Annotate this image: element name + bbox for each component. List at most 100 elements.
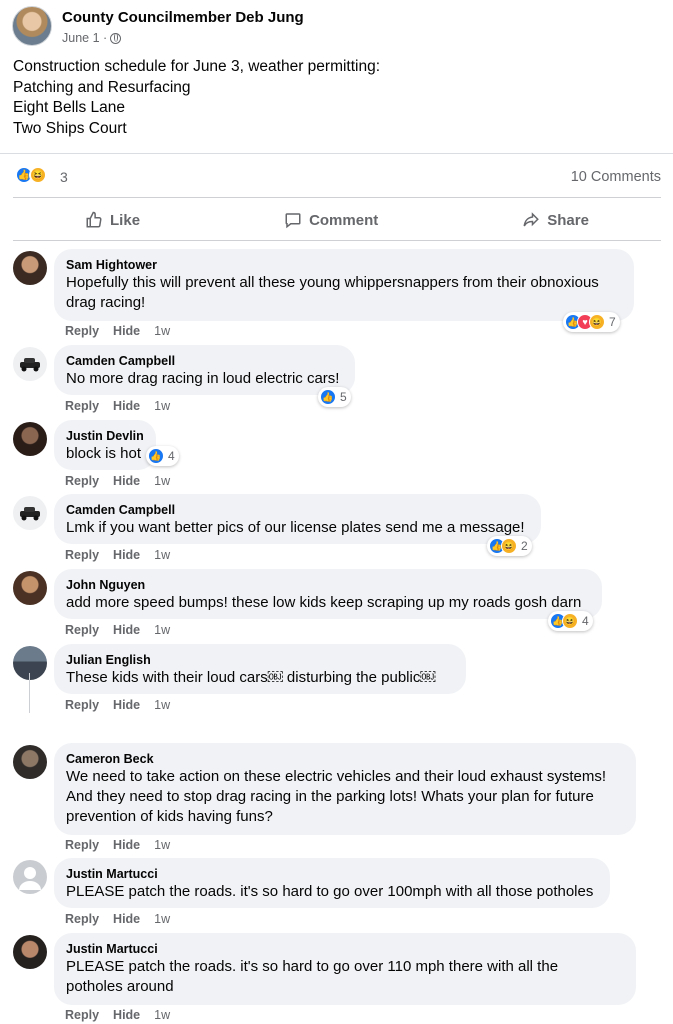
car-icon xyxy=(20,358,40,372)
commenter-avatar[interactable] xyxy=(13,422,47,456)
comment-bubble: Camden Campbell Lmk if you want better p… xyxy=(54,494,541,544)
comment-actions: Reply Hide 1w xyxy=(65,548,170,562)
comment-reactions[interactable]: 👍 ♥ 😆 7 xyxy=(563,312,620,332)
hide-button[interactable]: Hide xyxy=(113,474,140,488)
commenter-name[interactable]: Justin Devlin xyxy=(66,428,144,444)
comment-text: PLEASE patch the roads. it's so hard to … xyxy=(66,883,594,900)
hide-button[interactable]: Hide xyxy=(113,698,140,712)
reply-button[interactable]: Reply xyxy=(65,474,99,488)
like-label: Like xyxy=(110,211,141,229)
reply-button[interactable]: Reply xyxy=(65,623,99,637)
haha-reaction-icon: 😆 xyxy=(589,314,605,330)
reaction-count: 2 xyxy=(521,539,528,553)
comment-actions: Reply Hide 1w xyxy=(65,623,170,637)
reply-button[interactable]: Reply xyxy=(65,838,99,852)
reply-button[interactable]: Reply xyxy=(65,698,99,712)
hide-button[interactable]: Hide xyxy=(113,399,140,413)
hide-button[interactable]: Hide xyxy=(113,324,140,338)
reply-thread-line xyxy=(29,673,30,713)
comment-time[interactable]: 1w xyxy=(154,623,170,637)
author-avatar[interactable] xyxy=(12,6,52,46)
post-body: Construction schedule for June 3, weathe… xyxy=(13,57,380,139)
comment-time[interactable]: 1w xyxy=(154,548,170,562)
comment-bubble: Justin Martucci PLEASE patch the roads. … xyxy=(54,933,636,1005)
comment-time[interactable]: 1w xyxy=(154,838,170,852)
comment-reactions[interactable]: 👍 😆 2 xyxy=(487,536,532,556)
comment-time[interactable]: 1w xyxy=(154,1008,170,1022)
commenter-avatar[interactable] xyxy=(13,496,47,530)
commenter-name[interactable]: Camden Campbell xyxy=(66,353,343,369)
hide-button[interactable]: Hide xyxy=(113,548,140,562)
commenter-name[interactable]: Justin Martucci xyxy=(66,866,598,882)
reply-button[interactable]: Reply xyxy=(65,399,99,413)
commenter-name[interactable]: Cameron Beck xyxy=(66,751,624,767)
comment-time[interactable]: 1w xyxy=(154,698,170,712)
hide-button[interactable]: Hide xyxy=(113,1008,140,1022)
comment-label: Comment xyxy=(309,211,379,229)
comment-button[interactable]: Comment xyxy=(270,203,392,237)
commenter-name[interactable]: Camden Campbell xyxy=(66,502,529,518)
commenter-avatar[interactable] xyxy=(13,571,47,605)
comment-actions: Reply Hide 1w xyxy=(65,1008,170,1022)
commenter-name[interactable]: John Nguyen xyxy=(66,577,590,593)
author-name[interactable]: County Councilmember Deb Jung xyxy=(62,9,304,26)
comment-time[interactable]: 1w xyxy=(154,912,170,926)
comment-text: add more speed bumps! these low kids kee… xyxy=(66,594,582,611)
reply-button[interactable]: Reply xyxy=(65,1008,99,1022)
like-reaction-icon: 👍 xyxy=(148,448,164,464)
reaction-count[interactable]: 3 xyxy=(60,169,68,185)
divider xyxy=(0,153,673,154)
hide-button[interactable]: Hide xyxy=(113,838,140,852)
car-icon xyxy=(20,507,40,521)
commenter-avatar[interactable] xyxy=(13,935,47,969)
hide-button[interactable]: Hide xyxy=(113,912,140,926)
share-icon xyxy=(523,212,540,227)
commenter-avatar[interactable] xyxy=(13,347,47,381)
commenter-name[interactable]: Justin Martucci xyxy=(66,941,624,957)
reaction-count: 5 xyxy=(340,390,347,404)
reply-button[interactable]: Reply xyxy=(65,548,99,562)
like-button[interactable]: Like xyxy=(71,203,154,237)
divider xyxy=(13,197,661,198)
hide-button[interactable]: Hide xyxy=(113,623,140,637)
comment-text: No more drag racing in loud electric car… xyxy=(66,370,340,387)
comment-bubble: John Nguyen add more speed bumps! these … xyxy=(54,569,602,619)
share-button[interactable]: Share xyxy=(508,203,603,237)
post-actions: Like Comment Share xyxy=(13,203,661,237)
comments-count[interactable]: 10 Comments xyxy=(571,169,661,185)
comment-text: PLEASE patch the roads. it's so hard to … xyxy=(66,958,559,995)
reply-button[interactable]: Reply xyxy=(65,912,99,926)
haha-reaction-icon: 😆 xyxy=(562,613,578,629)
comment-actions: Reply Hide 1w xyxy=(65,838,170,852)
reaction-icons[interactable]: 👍 😆 xyxy=(15,166,47,184)
globe-icon xyxy=(110,32,122,44)
comment-reactions[interactable]: 👍 5 xyxy=(318,387,351,407)
comment-bubble: Camden Campbell No more drag racing in l… xyxy=(54,345,355,395)
commenter-avatar[interactable] xyxy=(13,646,47,680)
commenter-avatar[interactable] xyxy=(13,860,47,894)
post-meta: June 1 · xyxy=(62,31,122,45)
comment-text: Hopefully this will prevent all these yo… xyxy=(66,274,599,311)
comment-actions: Reply Hide 1w xyxy=(65,324,170,338)
reply-button[interactable]: Reply xyxy=(65,324,99,338)
comment-icon xyxy=(285,213,301,229)
commenter-avatar[interactable] xyxy=(13,251,47,285)
haha-reaction-icon: 😆 xyxy=(29,166,47,184)
comment-bubble: Julian English These kids with their lou… xyxy=(54,644,466,694)
comment-reactions[interactable]: 👍 4 xyxy=(146,446,179,466)
comment-actions: Reply Hide 1w xyxy=(65,698,170,712)
comment-text: Lmk if you want better pics of our licen… xyxy=(66,519,525,536)
comment-reactions[interactable]: 👍 😆 4 xyxy=(548,611,593,631)
comment-time[interactable]: 1w xyxy=(154,399,170,413)
post-stats: 👍 😆 3 10 Comments xyxy=(13,164,661,190)
comment-time[interactable]: 1w xyxy=(154,474,170,488)
reaction-count: 4 xyxy=(168,449,175,463)
commenter-avatar[interactable] xyxy=(13,745,47,779)
comment-actions: Reply Hide 1w xyxy=(65,399,170,413)
comment-time[interactable]: 1w xyxy=(154,324,170,338)
commenter-name[interactable]: Julian English xyxy=(66,652,454,668)
thumbs-up-icon xyxy=(86,211,102,228)
commenter-name[interactable]: Sam Hightower xyxy=(66,257,622,273)
comment-actions: Reply Hide 1w xyxy=(65,912,170,926)
post-date[interactable]: June 1 · xyxy=(62,31,107,45)
